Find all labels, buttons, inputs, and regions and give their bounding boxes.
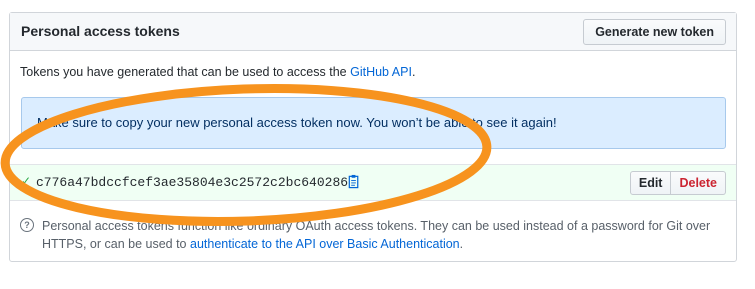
github-api-link[interactable]: GitHub API bbox=[350, 65, 412, 79]
tokens-description: Tokens you have generated that can be us… bbox=[20, 65, 415, 79]
help-text-suffix: . bbox=[459, 237, 464, 251]
description-prefix: Tokens you have generated that can be us… bbox=[20, 65, 351, 79]
copy-token-flash: Make sure to copy your new personal acce… bbox=[21, 97, 726, 149]
description-suffix: . bbox=[411, 65, 416, 79]
personal-access-tokens-panel: Personal access tokens Generate new toke… bbox=[9, 12, 737, 262]
delete-token-button[interactable]: Delete bbox=[671, 171, 726, 195]
token-value[interactable]: c776a47bdccfcef3ae35804e3c2572c2bc640286 bbox=[36, 175, 348, 190]
generate-new-token-button[interactable]: Generate new token bbox=[583, 19, 726, 45]
panel-title: Personal access tokens bbox=[21, 23, 180, 39]
edit-token-button[interactable]: Edit bbox=[629, 171, 672, 195]
question-icon: ? bbox=[20, 218, 34, 232]
help-text: Personal access tokens function like ord… bbox=[42, 217, 732, 253]
clipboard-icon[interactable] bbox=[347, 174, 361, 189]
token-row: ✓ c776a47bdccfcef3ae35804e3c2572c2bc6402… bbox=[10, 164, 736, 201]
panel-header: Personal access tokens Generate new toke… bbox=[10, 13, 736, 51]
token-actions: Edit Delete bbox=[629, 171, 726, 195]
basic-auth-link[interactable]: authenticate to the API over Basic Authe… bbox=[190, 237, 460, 251]
flash-message: Make sure to copy your new personal acce… bbox=[37, 115, 557, 130]
check-icon: ✓ bbox=[21, 174, 32, 188]
